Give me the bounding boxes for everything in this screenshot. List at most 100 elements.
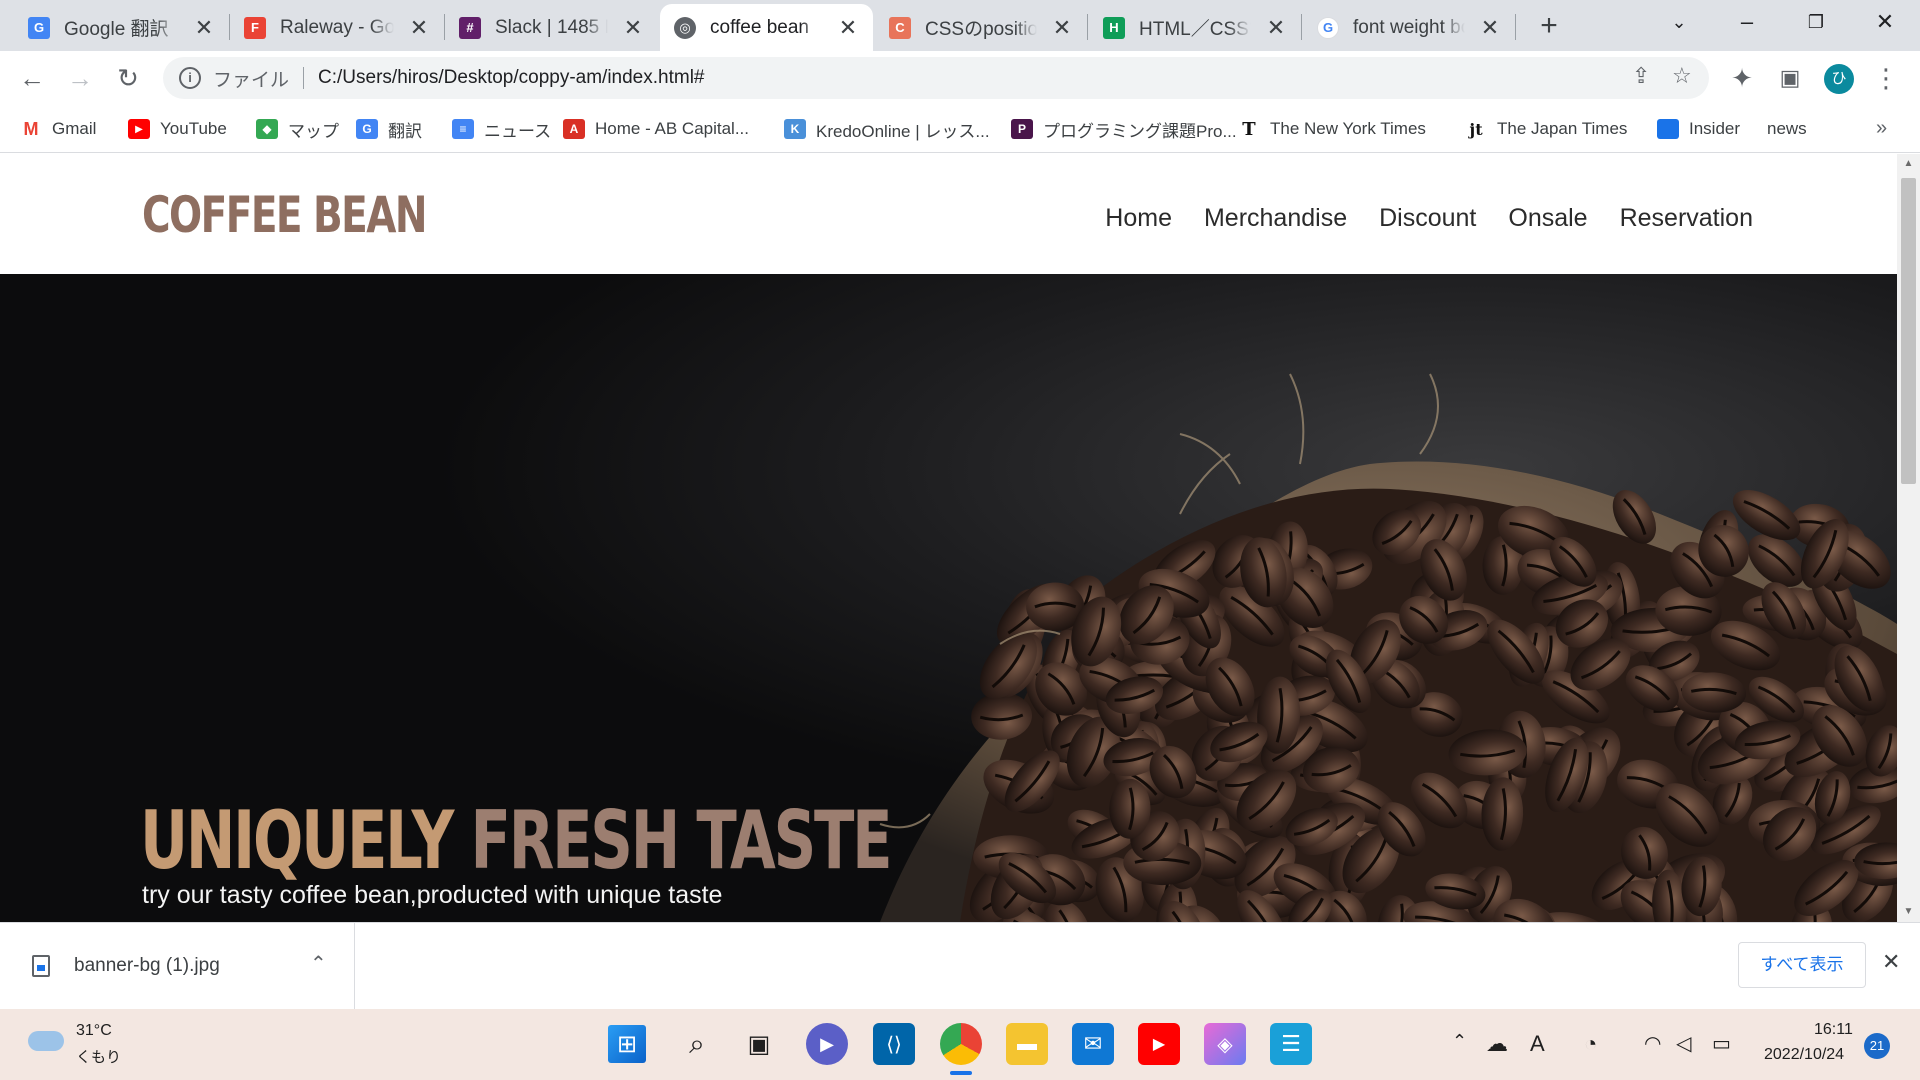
- windows-start-icon[interactable]: ⊞: [608, 1025, 646, 1063]
- wifi-icon[interactable]: ◠: [1644, 1031, 1661, 1056]
- address-bar[interactable]: i ファイル C:/Users/hiros/Desktop/coppy-am/i…: [163, 57, 1709, 99]
- scroll-thumb[interactable]: [1901, 178, 1916, 484]
- page-scrollbar[interactable]: ▲ ▼: [1897, 154, 1920, 922]
- google-translate-icon: G: [28, 16, 50, 39]
- chevron-double-right-icon[interactable]: »: [1876, 117, 1887, 140]
- nav-onsale[interactable]: Onsale: [1508, 204, 1587, 233]
- bookmark-news[interactable]: ≡ ニュース: [452, 115, 551, 143]
- bookmark-nyt[interactable]: T The New York Times: [1238, 115, 1426, 143]
- teams-chat-icon[interactable]: ▶: [806, 1023, 848, 1065]
- tab-font-weight[interactable]: G font weight bold ✕: [1303, 4, 1515, 51]
- close-icon[interactable]: ✕: [193, 15, 215, 41]
- chevron-up-icon[interactable]: ⌃: [1452, 1031, 1467, 1052]
- close-window-icon[interactable]: ✕: [1857, 0, 1913, 44]
- info-icon[interactable]: i: [179, 67, 201, 89]
- site-logo[interactable]: COFFEE BEAN: [142, 186, 428, 244]
- bookmark-label: マップ: [288, 121, 339, 141]
- site-header: COFFEE BEAN Home Merchandise Discount On…: [0, 154, 1897, 274]
- notepad-icon[interactable]: ☰: [1270, 1023, 1312, 1065]
- back-arrow-icon[interactable]: ←: [14, 60, 50, 96]
- weather-description[interactable]: くもり: [76, 1046, 121, 1067]
- bookmark-label: The New York Times: [1270, 119, 1426, 138]
- focus-icon[interactable]: ◔: [1584, 1031, 1597, 1057]
- side-panel-icon[interactable]: ▣: [1772, 60, 1808, 96]
- download-file-name[interactable]: banner-bg (1).jpg: [74, 955, 220, 977]
- bookmark-programming[interactable]: P プログラミング課題Pro...: [1011, 115, 1237, 143]
- extensions-icon[interactable]: ✦: [1724, 60, 1760, 96]
- download-item[interactable]: banner-bg (1).jpg ⌃: [0, 923, 355, 1010]
- notification-badge[interactable]: 21: [1864, 1033, 1890, 1059]
- minimize-icon[interactable]: –: [1719, 0, 1775, 44]
- bookmark-news-folder[interactable]: news: [1767, 115, 1807, 143]
- close-icon[interactable]: ✕: [1265, 15, 1287, 41]
- cloud-icon[interactable]: [28, 1031, 64, 1051]
- bookmarks-bar: M Gmail ▶ YouTube ◆ マップ G 翻訳 ≡ ニュース A Ho…: [0, 105, 1920, 153]
- nav-reservation[interactable]: Reservation: [1620, 204, 1753, 233]
- restore-icon[interactable]: ❐: [1788, 0, 1844, 44]
- bookmark-star-icon[interactable]: ☆: [1672, 63, 1692, 89]
- youtube-app-icon[interactable]: ▶: [1138, 1023, 1180, 1065]
- hero-title-secondary: FRESH TASTE: [470, 794, 892, 887]
- bookmark-maps[interactable]: ◆ マップ: [256, 115, 339, 143]
- search-icon[interactable]: ⌕: [676, 1023, 718, 1065]
- scroll-up-icon[interactable]: ▲: [1897, 158, 1920, 169]
- clock-date[interactable]: 2022/10/24: [1764, 1046, 1844, 1064]
- close-icon[interactable]: ✕: [408, 15, 430, 41]
- close-icon[interactable]: ✕: [1882, 949, 1900, 975]
- close-icon[interactable]: ✕: [622, 15, 644, 41]
- bookmark-gmail[interactable]: M Gmail: [20, 115, 96, 143]
- close-icon[interactable]: ✕: [1479, 15, 1501, 41]
- bookmark-insider[interactable]: Insider: [1657, 115, 1740, 143]
- close-icon[interactable]: ✕: [1051, 15, 1073, 41]
- onedrive-cloud-icon[interactable]: ☁: [1486, 1031, 1508, 1057]
- chevron-up-icon[interactable]: ⌃: [310, 951, 327, 976]
- mail-icon[interactable]: ✉: [1072, 1023, 1114, 1065]
- tab-title: Google 翻訳: [64, 19, 169, 40]
- tab-divider: [1087, 14, 1088, 40]
- clock-time[interactable]: 16:11: [1814, 1021, 1853, 1039]
- nav-merchandise[interactable]: Merchandise: [1204, 204, 1347, 233]
- bookmark-kredo[interactable]: K KredoOnline | レッス...: [784, 115, 990, 143]
- insider-icon: [1657, 119, 1679, 139]
- volume-icon[interactable]: ◁: [1676, 1031, 1691, 1056]
- scroll-down-icon[interactable]: ▼: [1897, 906, 1920, 917]
- tab-css-position[interactable]: C CSSのpositionを ✕: [875, 4, 1087, 51]
- photos-app-icon[interactable]: ◈: [1204, 1023, 1246, 1065]
- tab-title: HTML／CSSで: [1139, 19, 1251, 40]
- bookmark-label: The Japan Times: [1497, 119, 1628, 138]
- nav-home[interactable]: Home: [1105, 204, 1172, 233]
- tab-slack[interactable]: # Slack | 1485 Messages ✕: [445, 4, 658, 51]
- new-tab-button[interactable]: +: [1531, 8, 1567, 44]
- download-shelf: banner-bg (1).jpg ⌃ すべて表示 ✕: [0, 922, 1920, 1010]
- site-info-label: ファイル: [213, 69, 290, 91]
- tab-html-css[interactable]: H HTML／CSSで ✕: [1089, 4, 1301, 51]
- nav-discount[interactable]: Discount: [1379, 204, 1476, 233]
- tab-raleway[interactable]: F Raleway - Google Fonts ✕: [230, 4, 444, 51]
- tab-title: CSSのpositionを: [925, 19, 1037, 40]
- tab-strip: G Google 翻訳 ✕ F Raleway - Google Fonts ✕…: [0, 0, 1920, 51]
- tab-title: Raleway - Google Fonts: [280, 16, 394, 38]
- weather-temperature[interactable]: 31°C: [76, 1022, 112, 1040]
- bookmark-youtube[interactable]: ▶ YouTube: [128, 115, 227, 143]
- menu-dots-icon[interactable]: ⋮: [1868, 60, 1904, 96]
- chrome-icon[interactable]: [940, 1023, 982, 1065]
- tab-search-icon[interactable]: ⌄: [1651, 0, 1707, 44]
- reload-icon[interactable]: ↻: [110, 60, 146, 96]
- show-all-downloads-button[interactable]: すべて表示: [1738, 942, 1866, 988]
- file-explorer-icon[interactable]: ▬: [1006, 1023, 1048, 1065]
- forward-arrow-icon[interactable]: →: [62, 60, 98, 96]
- bookmark-ab-capital[interactable]: A Home - AB Capital...: [563, 115, 749, 143]
- task-view-icon[interactable]: ▣: [738, 1023, 780, 1065]
- bookmark-translate[interactable]: G 翻訳: [356, 115, 422, 143]
- share-icon[interactable]: ⇪: [1632, 63, 1650, 89]
- ime-icon[interactable]: A: [1530, 1031, 1545, 1057]
- url-text[interactable]: C:/Users/hiros/Desktop/coppy-am/index.ht…: [318, 67, 704, 89]
- tab-google-translate[interactable]: G Google 翻訳 ✕: [14, 4, 229, 51]
- close-icon[interactable]: ✕: [837, 15, 859, 41]
- site-icon: C: [889, 16, 911, 39]
- vscode-icon[interactable]: ⟨⟩: [873, 1023, 915, 1065]
- battery-icon[interactable]: ▭: [1712, 1031, 1731, 1056]
- bookmark-japan-times[interactable]: jt The Japan Times: [1465, 115, 1627, 143]
- profile-avatar[interactable]: ひ: [1824, 64, 1854, 94]
- tab-coffee-bean[interactable]: ◎ coffee bean ✕: [660, 4, 873, 51]
